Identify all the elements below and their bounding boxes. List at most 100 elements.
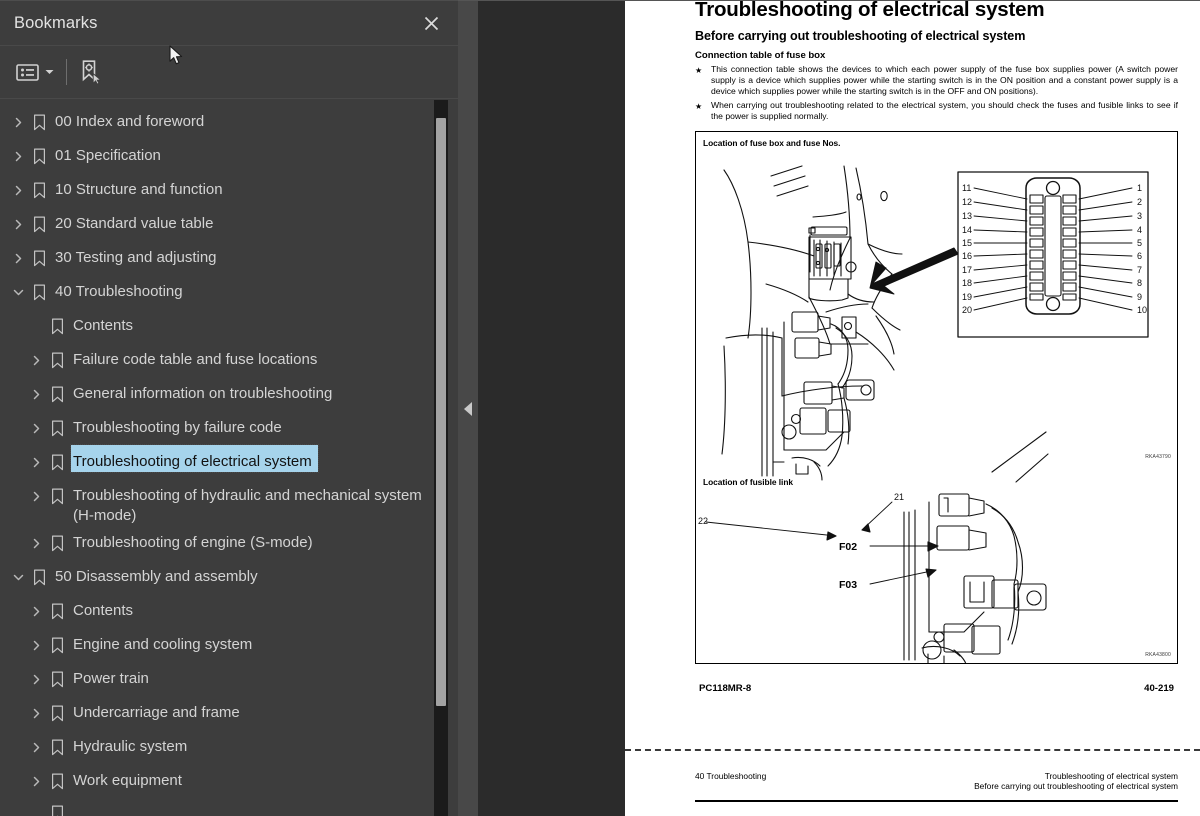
bookmark-item[interactable]: 40 Troubleshooting	[0, 275, 458, 309]
list-item-text: When carrying out troubleshooting relate…	[711, 99, 1178, 121]
bookmarks-toolbar	[0, 46, 458, 99]
chevron-right-icon[interactable]	[26, 628, 46, 662]
running-header-line1: Troubleshooting of electrical system	[1044, 771, 1178, 781]
bookmark-item-label: Engine and cooling system	[73, 636, 253, 653]
chevron-right-icon[interactable]	[26, 343, 46, 377]
svg-text:8: 8	[1137, 278, 1142, 288]
bookmark-item[interactable]: Contents	[0, 594, 458, 628]
svg-text:10: 10	[1137, 305, 1147, 315]
chevron-right-icon[interactable]	[26, 662, 46, 696]
svg-text:5: 5	[1137, 238, 1142, 248]
bookmark-item[interactable]: Troubleshooting by failure code	[0, 411, 458, 445]
next-page-running-header: 40 Troubleshooting Troubleshooting of el…	[695, 771, 1178, 792]
footer-model: PC118MR-8	[699, 683, 752, 695]
svg-text:16: 16	[962, 251, 972, 261]
svg-text:F03: F03	[839, 579, 857, 591]
svg-text:F02: F02	[839, 541, 857, 553]
chevron-right-icon[interactable]	[8, 105, 28, 139]
chevron-right-icon[interactable]	[26, 696, 46, 730]
bookmark-icon	[28, 241, 50, 275]
chevron-down-icon[interactable]	[41, 58, 57, 86]
chevron-right-icon[interactable]	[8, 241, 28, 275]
chevron-right-icon[interactable]	[26, 377, 46, 411]
bookmark-item-label: 10 Structure and function	[55, 181, 223, 198]
bookmark-icon	[46, 411, 68, 445]
technical-illustration: 11 12 13 14 15 16 17 18 19 20 1 2 3 4 5 …	[698, 165, 1149, 664]
bookmark-item-label: Troubleshooting of engine (S-mode)	[73, 534, 313, 551]
bookmark-icon	[46, 662, 68, 696]
chevron-down-icon[interactable]	[8, 560, 28, 594]
bookmarks-scrollbar-track[interactable]	[434, 100, 448, 816]
bookmark-item[interactable]: 00 Index and foreword	[0, 105, 458, 139]
bookmark-item[interactable]: Engine and cooling system	[0, 628, 458, 662]
toolbar-divider	[66, 59, 67, 85]
bookmark-item[interactable]: Work equipment	[0, 764, 458, 798]
chevron-right-icon[interactable]	[8, 139, 28, 173]
chevron-right-icon[interactable]	[26, 479, 46, 513]
bookmark-item-partial[interactable]	[0, 798, 458, 816]
chevron-down-icon[interactable]	[8, 275, 28, 309]
svg-text:18: 18	[962, 278, 972, 288]
bookmark-item[interactable]: Failure code table and fuse locations	[0, 343, 458, 377]
bookmark-item[interactable]: Troubleshooting of engine (S-mode)	[0, 526, 458, 560]
bookmark-icon	[46, 628, 68, 662]
chevron-right-icon[interactable]	[26, 730, 46, 764]
bookmark-item-label: General information on troubleshooting	[73, 385, 333, 402]
page-footer: PC118MR-8 40-219	[695, 683, 1178, 694]
bookmark-item-label: Undercarriage and frame	[73, 704, 240, 721]
bookmark-icon	[28, 275, 50, 309]
svg-text:11: 11	[962, 183, 971, 193]
collapse-left-triangle-icon[interactable]	[464, 401, 472, 416]
panel-splitter[interactable]	[458, 0, 478, 816]
svg-text:12: 12	[962, 197, 972, 207]
bookmark-item-label: 01 Specification	[55, 147, 161, 164]
running-header-right: Troubleshooting of electrical system Bef…	[974, 771, 1178, 792]
close-icon[interactable]	[418, 10, 444, 36]
bookmarks-tree[interactable]: 00 Index and foreword 01 Specification 10 …	[0, 99, 458, 816]
section-heading: Connection table of fuse box	[695, 50, 826, 61]
bookmark-icon	[46, 343, 68, 377]
bookmark-item[interactable]: Troubleshooting of hydraulic and mechani…	[0, 479, 458, 526]
svg-text:22: 22	[698, 516, 708, 526]
bookmark-item[interactable]: 01 Specification	[0, 139, 458, 173]
bookmark-item[interactable]: Troubleshooting of electrical system	[0, 444, 458, 479]
bookmarks-scrollbar-thumb[interactable]	[436, 118, 446, 706]
bookmark-item-label: 00 Index and foreword	[55, 113, 205, 130]
bookmark-item[interactable]: Undercarriage and frame	[0, 696, 458, 730]
running-header-line2: Before carrying out troubleshooting of e…	[974, 781, 1178, 792]
chevron-right-icon[interactable]	[26, 526, 46, 560]
bookmark-settings-icon[interactable]	[78, 57, 104, 87]
bookmark-icon	[46, 309, 68, 343]
bookmark-icon	[46, 479, 68, 513]
pdf-viewer-area[interactable]: Troubleshooting of electrical system Bef…	[478, 0, 1200, 816]
bookmark-item[interactable]: 20 Standard value table	[0, 207, 458, 241]
bookmark-item[interactable]: General information on troubleshooting	[0, 377, 458, 411]
svg-text:15: 15	[962, 238, 972, 248]
bookmarks-panel-header: Bookmarks	[0, 1, 458, 46]
svg-text:6: 6	[1137, 251, 1142, 261]
star-icon: ★	[695, 101, 703, 111]
chevron-right-icon[interactable]	[26, 594, 46, 628]
pdf-viewer-window: Bookmarks 00 Index and foreword 01 Speci…	[0, 0, 1200, 816]
bookmark-icon	[46, 730, 68, 764]
chevron-right-icon[interactable]	[26, 445, 46, 479]
svg-text:20: 20	[962, 305, 972, 315]
chevron-right-icon[interactable]	[8, 207, 28, 241]
bookmark-item[interactable]: 30 Testing and adjusting	[0, 241, 458, 275]
bookmark-item[interactable]: 10 Structure and function	[0, 173, 458, 207]
chevron-right-icon[interactable]	[26, 411, 46, 445]
chevron-right-icon[interactable]	[8, 173, 28, 207]
bookmark-item[interactable]: Contents	[0, 309, 458, 343]
chevron-right-icon[interactable]	[26, 764, 46, 798]
bookmark-item-label: 20 Standard value table	[55, 215, 214, 232]
svg-text:21: 21	[894, 492, 904, 502]
bookmark-item-label: Power train	[73, 670, 149, 687]
bookmark-item[interactable]: Hydraulic system	[0, 730, 458, 764]
list-options-icon[interactable]	[14, 57, 41, 87]
page-subtitle: Before carrying out troubleshooting of e…	[695, 29, 1026, 43]
bookmark-item[interactable]: Power train	[0, 662, 458, 696]
bookmark-icon	[28, 105, 50, 139]
svg-text:17: 17	[962, 265, 972, 275]
list-item: ★ When carrying out troubleshooting rela…	[695, 100, 1178, 122]
bookmark-item[interactable]: 50 Disassembly and assembly	[0, 560, 458, 594]
